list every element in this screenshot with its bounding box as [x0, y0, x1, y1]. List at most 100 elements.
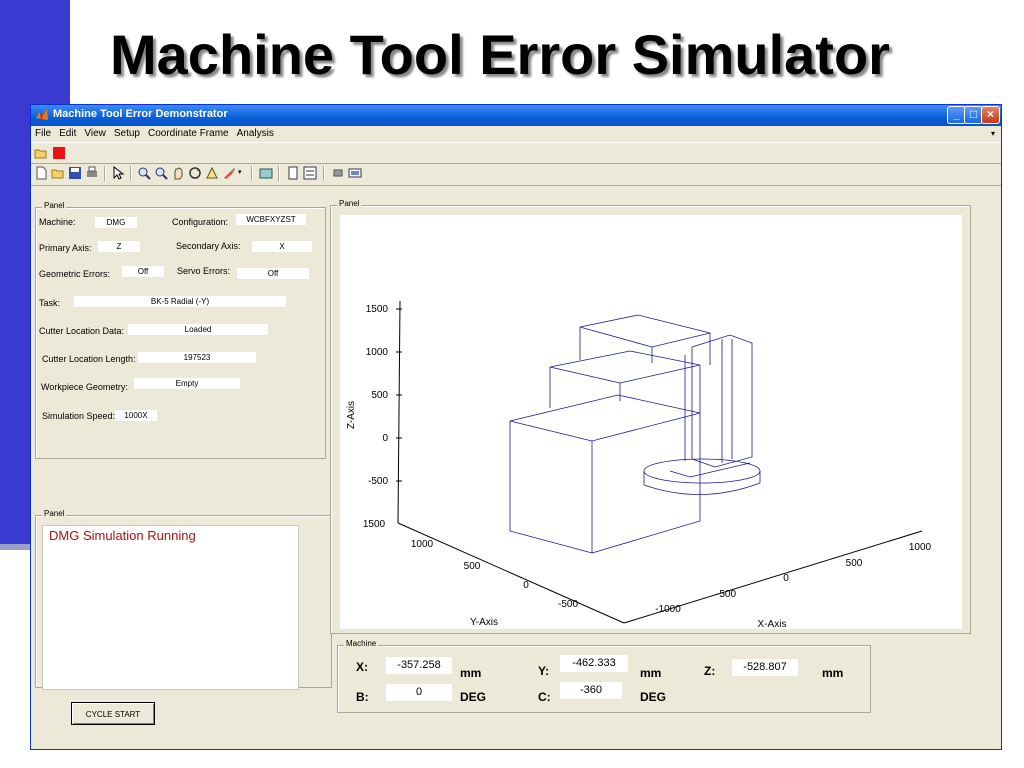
status-listbox[interactable]: DMG Simulation Running — [42, 525, 299, 690]
primary-axis-value: Z — [98, 241, 140, 252]
y-coord-value: -462.333 — [560, 655, 628, 672]
c-angle-unit: DEG — [640, 690, 667, 704]
x-tick-label: 0 — [783, 573, 789, 584]
toolbar-separator — [130, 166, 132, 181]
machine-3d-axes[interactable]: 1500 1000 500 0 -500 Z-Axis 1500 1000 50… — [340, 215, 962, 629]
rotate-3d-icon[interactable] — [188, 166, 202, 180]
x-coord-unit: mm — [460, 666, 482, 680]
x-coord-label: X: — [356, 660, 368, 674]
z-tick-label: -500 — [368, 476, 388, 487]
c-angle-label: C: — [538, 690, 551, 704]
c-angle-value: -360 — [560, 682, 622, 699]
y-axis-label: Y-Axis — [470, 617, 498, 628]
secondary-axis-value: X — [252, 241, 312, 252]
close-button[interactable]: × — [981, 106, 1000, 124]
menu-setup[interactable]: Setup — [110, 126, 144, 139]
toolbar-separator — [278, 166, 280, 181]
link-plot-icon[interactable] — [259, 166, 273, 180]
toolbar-separator — [323, 166, 325, 181]
y-tick-label: 1000 — [411, 539, 434, 550]
b-angle-label: B: — [356, 690, 369, 704]
new-file-icon[interactable] — [34, 166, 48, 180]
save-icon[interactable] — [68, 166, 82, 180]
window-titlebar[interactable]: Machine Tool Error Demonstrator _ □ × — [31, 105, 1001, 126]
x-axis-label: X-Axis — [758, 619, 787, 629]
y-coord-unit: mm — [640, 666, 662, 680]
z-tick-label: 1000 — [366, 347, 389, 358]
configuration-value: WCBFXYZST — [236, 214, 306, 225]
zoom-out-icon[interactable] — [154, 166, 168, 180]
workpiece-geometry-label: Workpiece Geometry: — [41, 382, 128, 392]
configuration-label: Configuration: — [172, 217, 229, 227]
geometric-errors-label: Geometric Errors: — [39, 269, 111, 279]
simulation-speed-value: 1000X — [115, 410, 157, 421]
data-cursor-icon[interactable] — [205, 166, 219, 180]
machine-label: Machine: — [39, 217, 76, 227]
menu-analysis[interactable]: Analysis — [233, 126, 278, 139]
panel-legend: Panel — [42, 509, 67, 518]
plot-canvas[interactable]: 1500 1000 500 0 -500 Z-Axis 1500 1000 50… — [340, 215, 962, 629]
z-tick-label: 500 — [371, 390, 388, 401]
print-icon[interactable] — [85, 166, 99, 180]
task-value: BK-5 Radial (-Y) — [74, 296, 286, 307]
cutter-location-data-value: Loaded — [128, 324, 268, 335]
cutter-location-length-label: Cutter Location Length: — [42, 354, 136, 364]
brush-dropdown-icon[interactable]: ▾ — [238, 168, 242, 176]
menu-file[interactable]: File — [31, 126, 55, 139]
matlab-logo-icon — [36, 109, 48, 120]
figure-toolbar: ▾ — [31, 163, 1001, 186]
geometric-errors-value: Off — [122, 266, 164, 277]
zoom-in-icon[interactable] — [137, 166, 151, 180]
pointer-icon[interactable] — [111, 166, 125, 180]
close-icon: × — [986, 107, 994, 121]
custom-toolbar — [31, 142, 1001, 164]
b-angle-value: 0 — [386, 684, 452, 701]
legend-icon[interactable] — [303, 166, 317, 180]
x-tick-label: -500 — [716, 589, 736, 600]
z-tick-label: 1500 — [366, 304, 389, 315]
z-coord-value: -528.807 — [732, 659, 798, 676]
toolbar-separator — [251, 166, 253, 181]
b-angle-unit: DEG — [460, 690, 487, 704]
panel-legend: Panel — [42, 201, 67, 210]
pan-hand-icon[interactable] — [171, 166, 185, 180]
status-panel: Panel DMG Simulation Running — [35, 509, 332, 690]
task-label: Task: — [39, 298, 61, 308]
cutter-location-data-label: Cutter Location Data: — [39, 326, 125, 336]
y-tick-label: 0 — [523, 580, 529, 591]
stop-icon[interactable] — [52, 146, 66, 160]
hide-plot-tools-icon[interactable] — [331, 166, 345, 180]
open-file-icon[interactable] — [51, 166, 65, 180]
x-tick-label: -1000 — [655, 604, 681, 615]
z-tick-label: 0 — [382, 433, 388, 444]
y-tick-label: 1500 — [363, 519, 386, 530]
plot-panel: Panel 1500 1000 500 0 -500 Z-Axis 1500 1… — [330, 199, 971, 634]
z-coord-label: Z: — [704, 664, 716, 678]
z-coord-unit: mm — [822, 666, 844, 680]
menu-view[interactable]: View — [80, 126, 110, 139]
window-title: Machine Tool Error Demonstrator — [53, 108, 228, 120]
open-folder-icon[interactable] — [34, 146, 48, 160]
x-tick-label: 500 — [846, 558, 863, 569]
menu-edit[interactable]: Edit — [55, 126, 80, 139]
minimize-icon: _ — [953, 107, 960, 121]
workpiece-geometry-value: Empty — [134, 378, 240, 389]
panel-legend: Machine — [344, 639, 379, 648]
show-plot-tools-icon[interactable] — [348, 166, 362, 180]
info-panel: Panel Machine: DMG Configuration: WCBFXY… — [35, 201, 326, 459]
secondary-axis-label: Secondary Axis: — [176, 241, 241, 251]
colorbar-icon[interactable] — [286, 166, 300, 180]
cycle-start-button[interactable]: CYCLE START — [71, 702, 155, 725]
y-tick-label: -500 — [558, 599, 578, 610]
brush-icon[interactable] — [222, 166, 236, 180]
menu-coordinate-frame[interactable]: Coordinate Frame — [144, 126, 233, 139]
primary-axis-label: Primary Axis: — [39, 243, 92, 253]
machine-value: DMG — [95, 217, 137, 228]
app-window: Machine Tool Error Demonstrator _ □ × Fi… — [30, 104, 1002, 750]
menu-bar: File Edit View Setup Coordinate Frame Analysi… — [31, 126, 1001, 142]
maximize-icon: □ — [969, 107, 978, 121]
z-axis-label: Z-Axis — [346, 401, 357, 429]
y-tick-label: 500 — [464, 561, 481, 572]
menu-overflow-icon[interactable]: ▾ — [991, 129, 995, 138]
panel-legend: Panel — [337, 199, 362, 208]
